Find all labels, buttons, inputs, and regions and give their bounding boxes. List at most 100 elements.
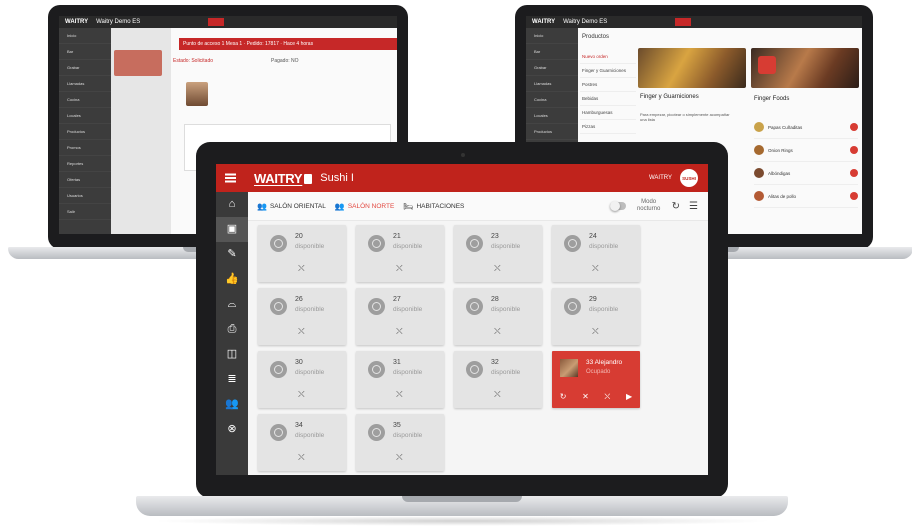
food-photo-fries bbox=[638, 48, 746, 88]
sidebar-item-pencil[interactable]: ✎ bbox=[216, 242, 248, 267]
play-icon[interactable]: ▶ bbox=[626, 392, 632, 402]
move-icon[interactable]: ⛌ bbox=[396, 452, 403, 463]
table-status-icon bbox=[466, 235, 483, 252]
table-card[interactable]: 24 disponible ⛌ bbox=[552, 225, 640, 282]
mini-category[interactable]: Nuevo orden bbox=[580, 50, 636, 64]
night-mode-toggle[interactable] bbox=[609, 201, 626, 211]
move-icon[interactable]: ⛌ bbox=[298, 452, 305, 463]
mini-category[interactable]: Bebidas bbox=[580, 92, 636, 106]
mini-category[interactable]: Postres bbox=[580, 78, 636, 92]
mini-sidebar-item[interactable]: Inicio bbox=[526, 28, 578, 44]
mini-sidebar-item[interactable]: Grabar bbox=[59, 60, 111, 76]
mini-sidebar-item[interactable]: Promos bbox=[59, 140, 111, 156]
mini-sidebar-item[interactable]: Productos bbox=[526, 124, 578, 140]
table-card-occupied[interactable]: 33 Alejandro Ocupado ↻ ✕ ⛌ ▶ bbox=[552, 351, 640, 408]
table-card[interactable]: 32 disponible ⛌ bbox=[454, 351, 542, 408]
tab-label: SALÓN NORTE bbox=[347, 202, 395, 210]
table-status-icon bbox=[564, 235, 581, 252]
list-view-icon[interactable]: ☰ bbox=[689, 201, 698, 212]
close-icon[interactable]: ✕ bbox=[582, 392, 589, 402]
mini-sidebar-item[interactable]: Usuarios bbox=[59, 188, 111, 204]
mini-sidebar-item[interactable]: Llamadas bbox=[526, 76, 578, 92]
move-icon[interactable]: ⛌ bbox=[592, 326, 599, 337]
sidebar-item-database[interactable]: ≣ bbox=[216, 367, 248, 392]
mini-product-row[interactable]: Onion Rings bbox=[754, 139, 858, 162]
mini-sidebar-item[interactable]: Llamadas bbox=[59, 76, 111, 92]
refresh-icon[interactable]: ↻ bbox=[672, 201, 680, 212]
table-card[interactable]: 29 disponible ⛌ bbox=[552, 288, 640, 345]
table-card[interactable]: 35 disponible ⛌ bbox=[356, 414, 444, 471]
mini-product-row[interactable]: Albóndigas bbox=[754, 162, 858, 185]
move-icon[interactable]: ⛌ bbox=[604, 392, 610, 402]
remove-icon[interactable] bbox=[850, 169, 858, 177]
mini-sidebar-item[interactable]: Locales bbox=[59, 108, 111, 124]
laptop-base bbox=[136, 496, 788, 516]
mini-sidebar-item[interactable]: Locales bbox=[526, 108, 578, 124]
mini-category[interactable]: Finger y Guarniciones bbox=[580, 64, 636, 78]
sidebar-item-printer[interactable]: ⎙ bbox=[216, 317, 248, 342]
mini-sidebar-item[interactable]: Productos bbox=[59, 124, 111, 140]
tab-salón-oriental[interactable]: 👥 SALÓN ORIENTAL bbox=[257, 202, 326, 211]
table-status-icon bbox=[368, 424, 385, 441]
remove-icon[interactable] bbox=[850, 146, 858, 154]
table-card[interactable]: 20 disponible ⛌ bbox=[258, 225, 346, 282]
menu-icon[interactable] bbox=[216, 164, 244, 192]
remove-icon[interactable] bbox=[850, 123, 858, 131]
sidebar-item-home[interactable]: ⌂ bbox=[216, 192, 248, 217]
mini-title: Waitry Demo ES bbox=[96, 19, 141, 25]
table-card[interactable]: 26 disponible ⛌ bbox=[258, 288, 346, 345]
mini-sidebar-item[interactable]: Grabar bbox=[526, 60, 578, 76]
sidebar-item-tables[interactable]: ▣ bbox=[216, 217, 248, 242]
sidebar-item-thumb-up[interactable]: 👍 bbox=[216, 267, 248, 292]
mini-sidebar-item[interactable]: Reportes bbox=[59, 156, 111, 172]
mini-category[interactable]: Hamburguesas bbox=[580, 106, 636, 120]
refresh-icon[interactable]: ↻ bbox=[560, 392, 567, 402]
mini-sidebar-item[interactable]: Bar bbox=[59, 44, 111, 60]
table-status-icon bbox=[564, 298, 581, 315]
move-icon[interactable]: ⛌ bbox=[396, 263, 403, 274]
table-card[interactable]: 28 disponible ⛌ bbox=[454, 288, 542, 345]
table-card[interactable]: 23 disponible ⛌ bbox=[454, 225, 542, 282]
table-status: Ocupado bbox=[586, 369, 611, 375]
sidebar-item-book[interactable]: ◫ bbox=[216, 342, 248, 367]
sidebar-item-cloche[interactable]: ⌓ bbox=[216, 292, 248, 317]
move-icon[interactable]: ⛌ bbox=[592, 263, 599, 274]
table-status: disponible bbox=[295, 369, 325, 376]
move-icon[interactable]: ⛌ bbox=[494, 326, 501, 337]
table-card[interactable]: 27 disponible ⛌ bbox=[356, 288, 444, 345]
table-status: disponible bbox=[589, 243, 619, 250]
tab-salón-norte[interactable]: 👥 SALÓN NORTE bbox=[335, 202, 394, 211]
table-card[interactable]: 34 disponible ⛌ bbox=[258, 414, 346, 471]
mini-product-name: Onion Rings bbox=[768, 147, 793, 153]
move-icon[interactable]: ⛌ bbox=[298, 389, 305, 400]
customer-photo bbox=[560, 359, 578, 377]
tab-habitaciones[interactable]: 🛏 HABITACIONES bbox=[403, 202, 464, 211]
table-card[interactable]: 21 disponible ⛌ bbox=[356, 225, 444, 282]
mini-sidebar-item[interactable]: Inicio bbox=[59, 28, 111, 44]
avatar[interactable]: SUSHI bbox=[680, 169, 698, 187]
sidebar-item-users[interactable]: 👥 bbox=[216, 392, 248, 417]
mini-product-list: Papas Cuñaditas Onion Rings Albóndigas Alit… bbox=[754, 116, 858, 208]
mini-sidebar-item[interactable]: Ofertas bbox=[59, 172, 111, 188]
remove-icon[interactable] bbox=[850, 192, 858, 200]
table-card[interactable]: 31 disponible ⛌ bbox=[356, 351, 444, 408]
mini-sidebar-item[interactable]: Cocina bbox=[526, 92, 578, 108]
mini-category[interactable]: Pizzas bbox=[580, 120, 636, 134]
move-icon[interactable]: ⛌ bbox=[494, 263, 501, 274]
table-card[interactable]: 30 disponible ⛌ bbox=[258, 351, 346, 408]
move-icon[interactable]: ⛌ bbox=[494, 389, 501, 400]
mini-sidebar-item[interactable]: Cocina bbox=[59, 92, 111, 108]
move-icon[interactable]: ⛌ bbox=[396, 326, 403, 337]
sidebar-item-logout[interactable]: ⊗ bbox=[216, 417, 248, 442]
move-icon[interactable]: ⛌ bbox=[396, 389, 403, 400]
mini-product-thumb bbox=[754, 122, 764, 132]
mini-card-desc: Para empezar, picotear o simplemente aco… bbox=[640, 112, 730, 122]
mini-product-row[interactable]: Papas Cuñaditas bbox=[754, 116, 858, 139]
mini-sidebar-item[interactable]: Salir bbox=[59, 204, 111, 220]
table-status-icon bbox=[466, 298, 483, 315]
mini-product-row[interactable]: Alitas de pollo bbox=[754, 185, 858, 208]
move-icon[interactable]: ⛌ bbox=[298, 263, 305, 274]
mini-sidebar-item[interactable]: Bar bbox=[526, 44, 578, 60]
table-status: disponible bbox=[491, 306, 521, 313]
move-icon[interactable]: ⛌ bbox=[298, 326, 305, 337]
